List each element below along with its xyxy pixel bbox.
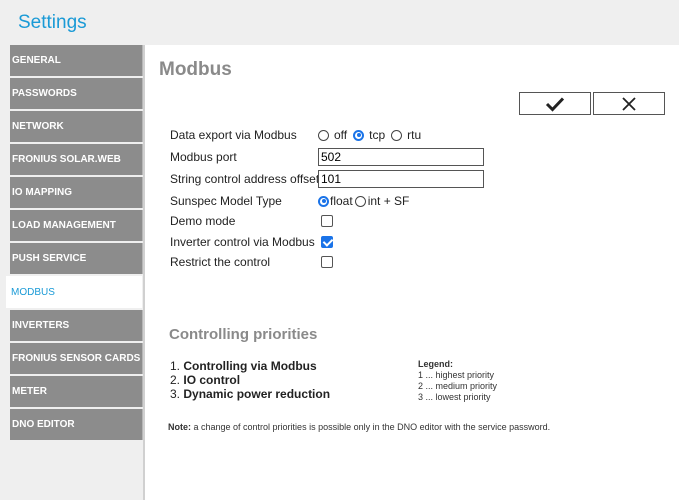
priority-list: 1. Controlling via Modbus 2. IO control … — [170, 359, 330, 401]
legend-title: Legend: — [418, 359, 453, 369]
string-offset-label: String control address offset — [170, 172, 320, 186]
nav-item-push-service[interactable]: PUSH SERVICE — [10, 243, 144, 274]
sunspec-row: Sunspec Model Type float int + SF — [170, 191, 570, 211]
controlling-priorities-title: Controlling priorities — [169, 326, 318, 343]
priority-item: 1. Controlling via Modbus — [170, 359, 317, 373]
demo-mode-checkbox[interactable] — [321, 215, 333, 227]
nav-item-modbus[interactable]: MODBUS — [6, 276, 142, 308]
legend-line: 3 ... lowest priority — [418, 392, 491, 402]
demo-mode-label: Demo mode — [170, 214, 236, 228]
nav-item-inverters[interactable]: INVERTERS — [10, 310, 144, 341]
priority-note: Note: a change of control priorities is … — [168, 422, 551, 432]
sunspec-label: Sunspec Model Type — [170, 194, 282, 208]
inverter-control-label: Inverter control via Modbus — [170, 235, 315, 249]
settings-nav: GENERAL PASSWORDS NETWORK FRONIUS SOLAR.… — [6, 45, 144, 442]
restrict-control-row: Restrict the control — [170, 252, 570, 272]
priority-legend: Legend: 1 ... highest priority 2 ... med… — [418, 359, 497, 403]
modbus-port-input[interactable] — [318, 148, 484, 166]
nav-item-fronius-solar-web[interactable]: FRONIUS SOLAR.WEB — [10, 144, 144, 175]
restrict-control-checkbox[interactable] — [321, 256, 333, 268]
string-offset-input[interactable] — [318, 170, 484, 188]
confirm-button[interactable] — [519, 92, 591, 115]
restrict-control-label: Restrict the control — [170, 255, 271, 269]
nav-item-load-management[interactable]: LOAD MANAGEMENT — [10, 210, 144, 241]
nav-item-meter[interactable]: METER — [10, 376, 144, 407]
nav-item-dno-editor[interactable]: DNO EDITOR — [10, 409, 144, 440]
radio-export-rtu[interactable]: rtu — [391, 128, 421, 142]
checkmark-icon — [545, 96, 565, 112]
inverter-control-row: Inverter control via Modbus — [170, 232, 570, 252]
nav-item-network[interactable]: NETWORK — [10, 111, 144, 142]
inverter-control-checkbox[interactable] — [321, 236, 333, 248]
nav-item-general[interactable]: GENERAL — [10, 45, 144, 76]
priority-item: 2. IO control — [170, 373, 241, 387]
nav-item-io-mapping[interactable]: IO MAPPING — [10, 177, 144, 208]
radio-circle[interactable] — [391, 129, 403, 141]
page-title: Modbus — [159, 59, 232, 80]
radio-export-tcp[interactable]: tcp — [353, 128, 385, 142]
radio-circle[interactable] — [354, 195, 366, 207]
demo-mode-row: Demo mode — [170, 211, 570, 231]
data-export-label: Data export via Modbus — [170, 128, 297, 142]
nav-item-fronius-sensor-cards[interactable]: FRONIUS SENSOR CARDS — [10, 343, 144, 374]
app-title: Settings — [18, 12, 87, 33]
radio-circle[interactable] — [353, 129, 365, 141]
modbus-port-label: Modbus port — [170, 150, 237, 164]
nav-item-passwords[interactable]: PASSWORDS — [10, 78, 144, 109]
priority-item: 3. Dynamic power reduction — [170, 387, 331, 401]
legend-line: 1 ... highest priority — [418, 370, 495, 380]
string-offset-row: String control address offset — [170, 169, 570, 189]
radio-sunspec-int-sf[interactable]: int + SF — [354, 194, 409, 208]
close-icon — [622, 96, 636, 111]
cancel-button[interactable] — [593, 92, 665, 115]
legend-line: 2 ... medium priority — [418, 381, 498, 391]
radio-circle[interactable] — [318, 129, 329, 141]
radio-circle[interactable] — [318, 195, 329, 207]
main-panel: Modbus Data export via Modbus off tcp rt… — [143, 45, 679, 500]
modbus-port-row: Modbus port — [170, 147, 570, 167]
data-export-row: Data export via Modbus off tcp rtu — [170, 125, 570, 145]
radio-sunspec-float[interactable]: float — [318, 194, 353, 208]
radio-export-off[interactable]: off — [318, 128, 347, 142]
